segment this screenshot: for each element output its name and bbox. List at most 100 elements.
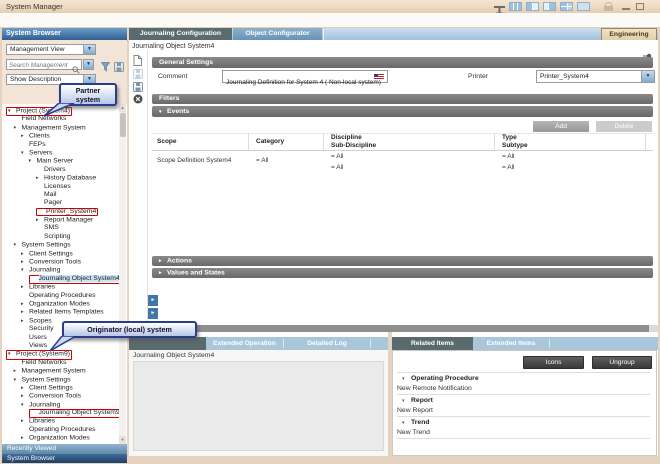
tab-extended-items[interactable]: Extended Items (473, 337, 549, 350)
expand-arrow-icon[interactable]: ▸ (159, 268, 167, 278)
expand-arrow-icon[interactable]: ▸ (21, 300, 29, 308)
tree-item[interactable]: Mail (2, 191, 119, 199)
tree-item[interactable]: ▾Main Server (2, 157, 119, 165)
tree-item[interactable]: ▸Organization Modes (2, 300, 119, 308)
tree-item[interactable]: ▸Report Manager (2, 216, 119, 224)
expand-arrow-icon[interactable]: ▸ (21, 308, 29, 316)
ungroup-button[interactable]: Ungroup (592, 356, 652, 369)
tree-item[interactable]: Pager (2, 199, 119, 207)
tree-item[interactable]: ▾Management System (2, 124, 119, 132)
tree-item[interactable]: Operating Procedures (2, 426, 119, 434)
tree-item[interactable]: Scripting (2, 233, 119, 241)
tab-object-configurator[interactable]: Object Configurator (233, 28, 322, 40)
related-item[interactable]: New Trend (397, 428, 650, 438)
column-header-category[interactable]: Category (256, 138, 284, 146)
expand-arrow-icon[interactable]: ▸ (21, 392, 29, 400)
scroll-up-icon[interactable]: ▲ (119, 104, 126, 112)
tree-item[interactable]: ▸Management System (2, 367, 119, 375)
collapse-arrow-icon[interactable]: ▾ (21, 149, 29, 157)
collapse-arrow-icon[interactable]: ▾ (159, 107, 167, 118)
collapse-arrow-icon[interactable]: ▾ (29, 157, 37, 165)
expand-arrow-icon[interactable]: ▸ (21, 283, 29, 291)
engineering-mode-tab[interactable]: Engineering (601, 28, 657, 40)
tree-item[interactable]: ▾System Settings (2, 241, 119, 249)
layout-single-pane-icon[interactable] (577, 2, 590, 11)
tab-related-items[interactable]: Related Items (392, 337, 473, 350)
printer-dropdown[interactable]: Printer_System4 ▼ (536, 70, 655, 83)
section-events[interactable]: ▾Events (152, 106, 653, 117)
section-general-settings[interactable]: General Settings (152, 57, 653, 68)
related-group-header[interactable]: ▾Trend (397, 418, 650, 428)
column-header-discipline[interactable]: DisciplineSub-Discipline (331, 134, 376, 149)
tab-journaling-configuration[interactable]: Journaling Configuration (129, 28, 232, 40)
chevron-down-icon[interactable]: ▼ (83, 45, 95, 54)
tree-item[interactable]: ▸Organization Modes (2, 434, 119, 442)
expand-arrow-icon[interactable]: ▸ (21, 434, 29, 442)
expand-arrow-icon[interactable]: ▸ (21, 317, 29, 325)
section-values-states[interactable]: ▸Values and States (152, 268, 653, 278)
tree-scrollbar[interactable]: ▲ ▼ (119, 104, 126, 444)
layout-left-pane-icon[interactable] (526, 2, 539, 11)
tree-item[interactable]: FEPs (2, 141, 119, 149)
tab-operation[interactable] (129, 337, 206, 350)
scrollbar-thumb[interactable] (120, 113, 126, 137)
expand-arrow-icon[interactable]: ▸ (21, 250, 29, 258)
expand-arrow-icon[interactable]: ▸ (21, 258, 29, 266)
hscroll-right-button[interactable] (649, 325, 658, 332)
add-button[interactable]: Add (533, 121, 589, 132)
related-group-header[interactable]: ▾Operating Procedure (397, 374, 650, 384)
related-item[interactable]: New Remote Notification (397, 384, 650, 394)
collapse-arrow-icon[interactable]: ▾ (14, 241, 22, 249)
layout-grid-icon[interactable] (560, 2, 573, 11)
tree-item[interactable]: Journaling Object System4 (2, 275, 119, 283)
expand-arrow-icon[interactable]: ▸ (21, 384, 29, 392)
row-subtype-cell[interactable]: = All (502, 164, 514, 171)
tree-item[interactable]: Journaling Object System9 (2, 409, 119, 417)
panel-expand-button[interactable]: ► (148, 308, 158, 319)
collapse-arrow-icon[interactable]: ▾ (8, 108, 16, 115)
collapse-arrow-icon[interactable]: ▾ (21, 266, 29, 274)
expand-arrow-icon[interactable]: ▸ (36, 174, 44, 182)
tree-item[interactable]: ▾System Settings (2, 376, 119, 384)
filter-funnel-icon[interactable] (101, 59, 110, 77)
tree-item[interactable]: ▸Related Items Templates (2, 308, 119, 316)
minimize-button[interactable] (622, 8, 630, 10)
expand-arrow-icon[interactable]: ▸ (36, 216, 44, 224)
tree-item[interactable]: Operating Procedures (2, 292, 119, 300)
tree-item[interactable]: ▸Client Settings (2, 250, 119, 258)
expand-arrow-icon[interactable]: ▸ (21, 132, 29, 140)
discard-icon[interactable] (133, 91, 143, 109)
row-type-cell[interactable]: = All (502, 153, 514, 160)
panel-expand-button[interactable]: ► (148, 295, 158, 306)
tree-item[interactable]: Printer_System4 (2, 208, 119, 216)
search-box[interactable] (6, 59, 82, 70)
collapse-arrow-icon[interactable]: ▾ (14, 376, 22, 384)
section-filters[interactable]: Filters (152, 94, 653, 104)
row-category-cell[interactable]: = All (256, 157, 268, 164)
tree-item[interactable]: Licenses (2, 183, 119, 191)
collapse-arrow-icon[interactable]: ▾ (8, 351, 16, 358)
hscrollbar-track[interactable] (137, 325, 649, 332)
tree-item[interactable]: ▸Libraries (2, 417, 119, 425)
related-group-header[interactable]: ▾Report (397, 396, 650, 406)
tree-item[interactable]: ▸History Database (2, 174, 119, 182)
tree-item[interactable]: SMS (2, 224, 119, 232)
tree-item[interactable]: ▾Servers (2, 149, 119, 157)
tree-item[interactable]: ▾Journaling (2, 401, 119, 409)
collapse-arrow-icon[interactable]: ▾ (402, 419, 411, 429)
collapse-arrow-icon[interactable]: ▾ (402, 375, 411, 385)
related-item[interactable]: New Report (397, 406, 650, 416)
scroll-down-icon[interactable]: ▼ (119, 436, 126, 444)
layout-right-pane-icon[interactable] (543, 2, 556, 11)
system-browser-bar[interactable]: System Browser (2, 454, 127, 464)
tab-extended-operation[interactable]: Extended Operation (206, 337, 283, 350)
chevron-down-icon[interactable]: ▼ (641, 71, 654, 82)
recently-viewed-bar[interactable]: Recently Viewed (2, 444, 127, 454)
collapse-arrow-icon[interactable]: ▾ (14, 124, 22, 132)
row-discipline-cell[interactable]: = All (331, 153, 343, 160)
comment-field[interactable] (222, 70, 388, 83)
tree-item[interactable]: ▸Libraries (2, 283, 119, 291)
expand-arrow-icon[interactable]: ▸ (14, 367, 22, 375)
tree-item[interactable]: ▸Client Settings (2, 384, 119, 392)
tab-detailed-log[interactable]: Detailed Log (284, 337, 370, 350)
